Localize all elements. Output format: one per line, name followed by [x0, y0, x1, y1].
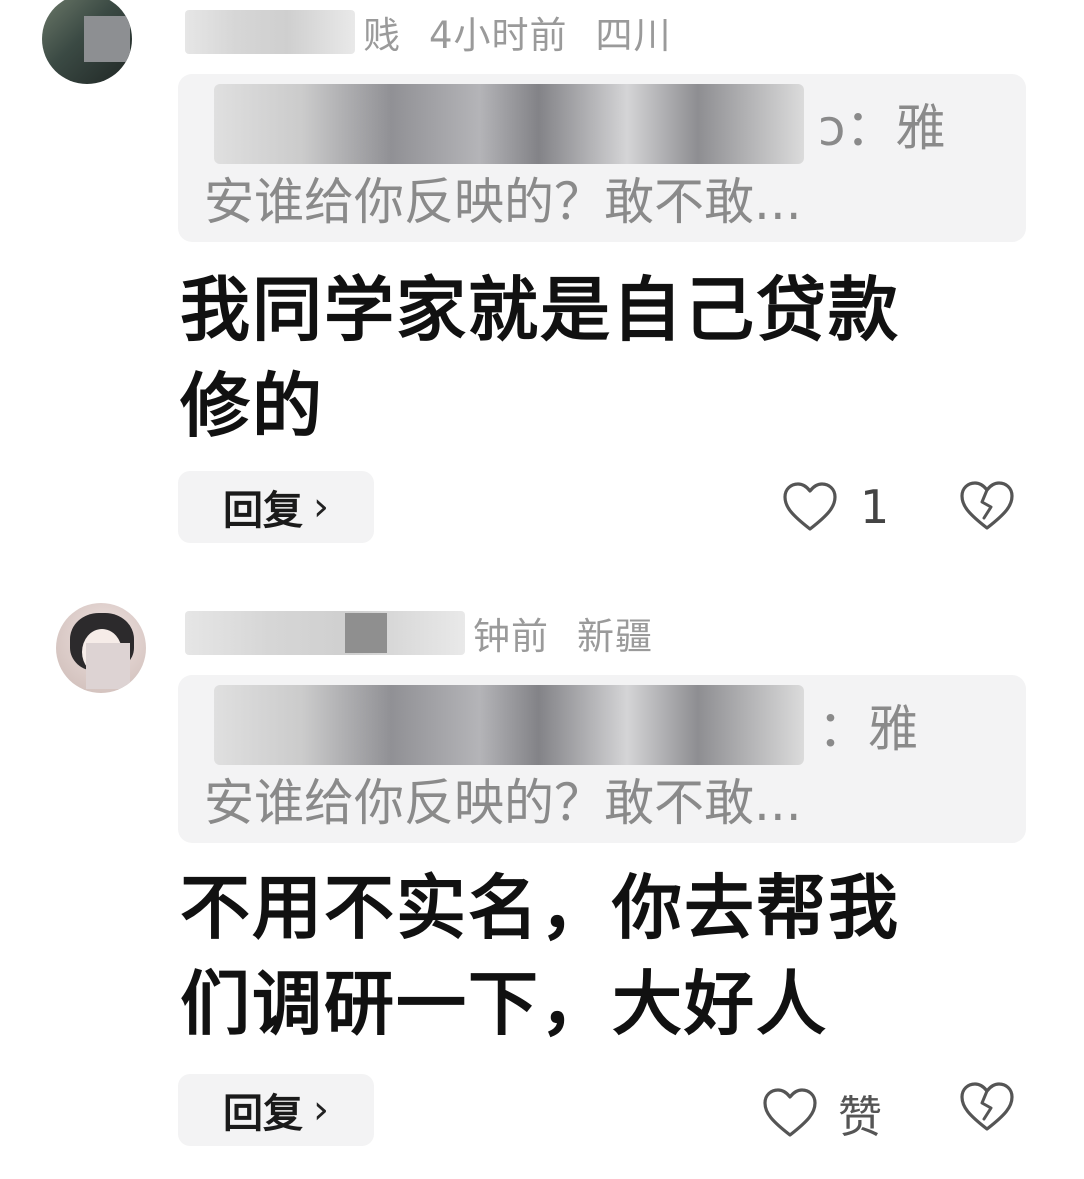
- comment-body-line: 我同学家就是自己贷款: [180, 269, 900, 351]
- username-tail[interactable]: 贱: [363, 5, 401, 59]
- like-label: 赞: [838, 1092, 882, 1143]
- comment-body-line: 不用不实名，你去帮我: [180, 867, 900, 949]
- comment-item: 钟前 新疆 ：雅 安谁给你反映的？敢不敢... 不用不实名，你去帮我 们调研一下…: [0, 585, 1084, 1179]
- comment-time: 钟前: [473, 615, 549, 658]
- comment-meta: 贱 4小时前 四川: [185, 2, 672, 62]
- quote-line1-tail: ɔ：雅: [818, 99, 946, 157]
- chevron-right-icon: ›: [313, 1087, 329, 1133]
- dislike-button[interactable]: [958, 1081, 1016, 1137]
- quoted-reply[interactable]: ：雅 安谁给你反映的？敢不敢...: [178, 675, 1026, 843]
- heart-outline-icon: [763, 1088, 817, 1137]
- user-avatar[interactable]: [56, 603, 146, 693]
- quoted-reply[interactable]: ɔ：雅 安谁给你反映的？敢不敢...: [178, 74, 1026, 242]
- comment-item: 贱 4小时前 四川 ɔ：雅 安谁给你反映的？敢不敢... 我同学家就是自己贷款 …: [0, 0, 1084, 560]
- blurred-username[interactable]: [185, 10, 355, 54]
- quote-line2: 安谁给你反映的？敢不敢...: [204, 173, 802, 231]
- redacted-quote-text: [214, 84, 804, 164]
- broken-heart-icon: [960, 481, 1014, 530]
- quote-line1-tail: ：雅: [818, 700, 918, 758]
- heart-outline-icon: [783, 482, 837, 531]
- dislike-button[interactable]: [958, 480, 1016, 536]
- comment-body: 不用不实名，你去帮我 们调研一下，大好人: [180, 860, 970, 1052]
- quote-line2: 安谁给你反映的？敢不敢...: [204, 774, 802, 832]
- reply-label: 回复: [223, 488, 303, 534]
- reply-button[interactable]: 回复 ›: [178, 1074, 374, 1146]
- comment-body-line: 修的: [180, 365, 324, 447]
- comment-body: 我同学家就是自己贷款 修的: [180, 262, 970, 454]
- comment-body-line: 们调研一下，大好人: [180, 963, 828, 1045]
- broken-heart-icon: [960, 1082, 1014, 1131]
- user-avatar[interactable]: [42, 0, 132, 84]
- chevron-right-icon: ›: [313, 484, 329, 530]
- avatar-mosaic: [84, 16, 130, 62]
- avatar-mosaic: [86, 643, 130, 689]
- comment-meta: 钟前 新疆: [185, 603, 653, 663]
- blurred-username[interactable]: [185, 611, 465, 655]
- comment-location: 新疆: [577, 615, 653, 658]
- comment-location: 四川: [595, 14, 672, 57]
- like-button[interactable]: 赞: [762, 1081, 882, 1145]
- like-button[interactable]: 1: [782, 480, 889, 534]
- reply-button[interactable]: 回复 ›: [178, 471, 374, 543]
- reply-label: 回复: [223, 1091, 303, 1137]
- like-count: 1: [860, 480, 890, 534]
- redacted-quote-text: [214, 685, 804, 765]
- comment-time: 4小时前: [429, 14, 568, 57]
